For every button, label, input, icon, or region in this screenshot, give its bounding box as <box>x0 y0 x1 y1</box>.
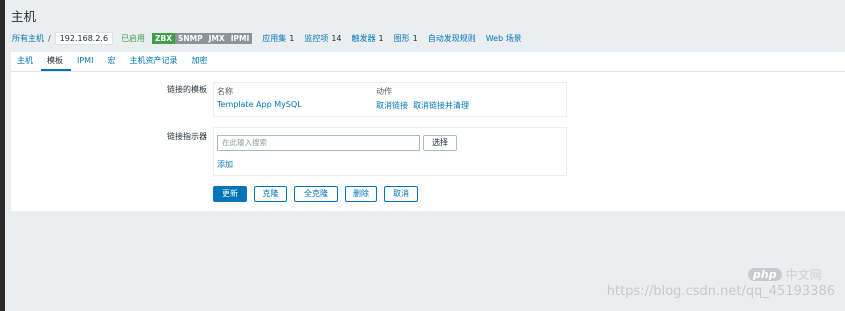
tab-templates[interactable]: 模板 <box>41 52 71 71</box>
nav-items-count: 14 <box>331 33 342 43</box>
watermark-site: 中文网 <box>785 268 822 282</box>
linked-templates-label: 链接的模板 <box>167 85 207 94</box>
nav-triggers-label: 触发器 <box>351 33 376 43</box>
breadcrumb-all-hosts[interactable]: 所有主机 <box>12 33 44 44</box>
select-button[interactable]: 选择 <box>423 135 457 151</box>
nav-graphs-label: 图形 <box>393 33 410 43</box>
page-title: 主机 <box>11 9 37 24</box>
add-link[interactable]: 添加 <box>217 159 233 170</box>
watermark-logo: php 中文网 <box>748 266 822 283</box>
tab-ipmi[interactable]: IPMI <box>71 52 101 71</box>
template-search-input[interactable]: 在此输入搜索 <box>217 135 420 151</box>
unlink-and-clear-link[interactable]: 取消链接并清理 <box>413 100 469 111</box>
nav-discovery-rules[interactable]: 自动发现规则 <box>428 33 476 44</box>
nav-web-scenarios[interactable]: Web 场景 <box>486 33 522 44</box>
availability-badges: ZBX SNMP JMX IPMI <box>152 32 253 44</box>
breadcrumb: 所有主机 / 192.168.2.6 已启用 ZBX SNMP JMX IPMI… <box>12 31 522 45</box>
host-status-enabled[interactable]: 已启用 <box>121 33 145 44</box>
linked-templates-table: 名称 动作 Template App MySQL 取消链接 取消链接并清理 <box>213 82 567 117</box>
ipmi-badge: IPMI <box>227 32 253 44</box>
watermark-url: https://blog.csdn.net/qq_45193386 <box>606 284 835 299</box>
link-indicator-box: 在此输入搜索 选择 添加 <box>213 127 567 176</box>
tab-host[interactable]: 主机 <box>11 52 41 71</box>
nav-applications-count: 1 <box>289 33 295 43</box>
nav-graphs-count: 1 <box>412 33 418 43</box>
templates-form-panel: 链接的模板 名称 动作 Template App MySQL 取消链接 取消链接… <box>11 72 845 211</box>
breadcrumb-current-host[interactable]: 192.168.2.6 <box>54 31 114 45</box>
zbx-badge: ZBX <box>152 32 175 44</box>
nav-applications[interactable]: 应用集 1 <box>262 33 294 44</box>
nav-items[interactable]: 监控项 14 <box>304 33 341 44</box>
left-edge-bar <box>0 0 5 311</box>
nav-items-label: 监控项 <box>304 33 329 43</box>
breadcrumb-separator: / <box>48 33 51 43</box>
full-clone-button[interactable]: 全克隆 <box>294 186 338 202</box>
tab-bar: 主机 模板 IPMI 宏 主机资产记录 加密 <box>11 52 845 72</box>
nav-triggers-count: 1 <box>378 33 384 43</box>
cancel-button[interactable]: 取消 <box>384 186 418 202</box>
nav-graphs[interactable]: 图形 1 <box>394 33 418 44</box>
snmp-badge: SNMP <box>175 32 206 44</box>
jmx-badge: JMX <box>205 32 228 44</box>
delete-button[interactable]: 删除 <box>345 186 377 202</box>
nav-applications-label: 应用集 <box>262 33 287 43</box>
update-button[interactable]: 更新 <box>213 186 247 202</box>
link-indicator-label: 链接指示器 <box>167 132 207 141</box>
clone-button[interactable]: 克隆 <box>254 186 287 202</box>
template-name-link[interactable]: Template App MySQL <box>217 100 302 109</box>
col-name-header: 名称 <box>217 87 233 96</box>
unlink-link[interactable]: 取消链接 <box>376 100 408 111</box>
tab-inventory[interactable]: 主机资产记录 <box>123 52 185 71</box>
col-action-header: 动作 <box>376 87 392 96</box>
tab-encryption[interactable]: 加密 <box>185 52 215 71</box>
tab-macros[interactable]: 宏 <box>101 52 123 71</box>
php-logo-icon: php <box>748 268 782 281</box>
nav-triggers[interactable]: 触发器 1 <box>352 33 384 44</box>
